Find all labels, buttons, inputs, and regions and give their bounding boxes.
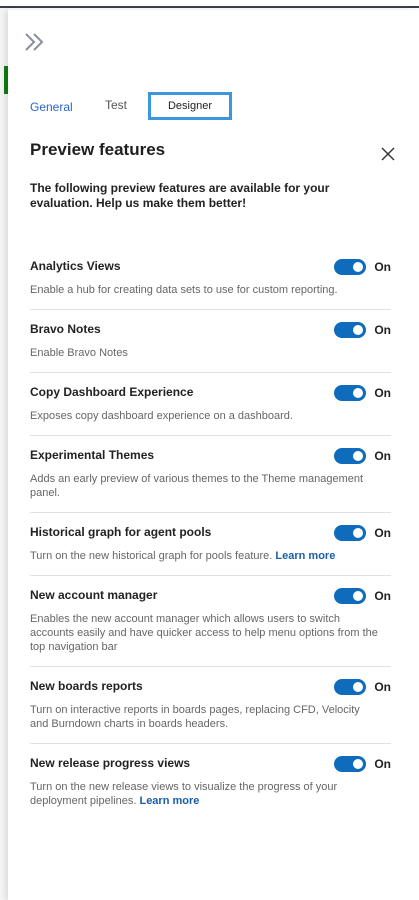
feature-row: New account manager On Enables the new a… xyxy=(30,576,391,667)
top-bar xyxy=(0,0,419,8)
feature-description: Enable a hub for creating data sets to u… xyxy=(30,284,338,296)
toggle-state: On xyxy=(374,449,391,463)
preview-features-panel: General Test Designer Preview features T… xyxy=(8,10,419,900)
feature-toggle[interactable]: On xyxy=(334,385,391,401)
toggle-state: On xyxy=(374,526,391,540)
toggle-switch[interactable] xyxy=(334,588,367,604)
toggle-state: On xyxy=(374,386,391,400)
feature-description: Enables the new account manager which al… xyxy=(30,613,378,653)
background-page-edge xyxy=(0,8,8,900)
feature-toggle[interactable]: On xyxy=(334,322,391,338)
toggle-switch[interactable] xyxy=(334,448,367,464)
toggle-state: On xyxy=(374,260,391,274)
toggle-switch[interactable] xyxy=(334,525,367,541)
feature-row: Experimental Themes On Adds an early pre… xyxy=(30,436,391,513)
double-chevron-right-icon[interactable] xyxy=(24,32,46,52)
toggle-state: On xyxy=(374,757,391,771)
feature-toggle[interactable]: On xyxy=(334,525,391,541)
feature-description: Turn on the new release views to visuali… xyxy=(30,781,338,807)
feature-description: Enable Bravo Notes xyxy=(30,347,128,359)
feature-toggle[interactable]: On xyxy=(334,259,391,275)
feature-description: Turn on the new historical graph for poo… xyxy=(30,550,336,562)
feature-row: Copy Dashboard Experience On Exposes cop… xyxy=(30,373,391,436)
feature-description: Adds an early preview of various themes … xyxy=(30,473,364,499)
feature-description: Turn on interactive reports in boards pa… xyxy=(30,704,360,730)
feature-row: New release progress views On Turn on th… xyxy=(30,744,391,820)
dialog-title: Preview features xyxy=(30,140,166,159)
feature-toggle[interactable]: On xyxy=(334,679,391,695)
feature-toggle[interactable]: On xyxy=(334,756,391,772)
learn-more-link[interactable]: Learn more xyxy=(139,795,199,807)
feature-list: Analytics Views On Enable a hub for crea… xyxy=(30,247,391,820)
feature-toggle[interactable]: On xyxy=(334,588,391,604)
toggle-switch[interactable] xyxy=(334,259,367,275)
feature-row: Bravo Notes On Enable Bravo Notes xyxy=(30,310,391,373)
feature-row: Historical graph for agent pools On Turn… xyxy=(30,513,391,576)
toggle-state: On xyxy=(374,323,391,337)
toggle-switch[interactable] xyxy=(334,679,367,695)
toggle-switch[interactable] xyxy=(334,756,367,772)
feature-row: Analytics Views On Enable a hub for crea… xyxy=(30,247,391,310)
intro-text: The following preview features are avail… xyxy=(30,181,330,210)
tab-test[interactable]: Test xyxy=(105,98,127,112)
toggle-switch[interactable] xyxy=(334,385,367,401)
toggle-state: On xyxy=(374,589,391,603)
tab-general[interactable]: General xyxy=(30,100,73,114)
tab-designer[interactable]: Designer xyxy=(148,92,232,120)
toggle-switch[interactable] xyxy=(334,322,367,338)
toggle-state: On xyxy=(374,680,391,694)
feature-row: New boards reports On Turn on interactiv… xyxy=(30,667,391,744)
feature-toggle[interactable]: On xyxy=(334,448,391,464)
learn-more-link[interactable]: Learn more xyxy=(275,550,335,562)
feature-description: Exposes copy dashboard experience on a d… xyxy=(30,410,293,422)
close-icon[interactable] xyxy=(380,146,396,162)
